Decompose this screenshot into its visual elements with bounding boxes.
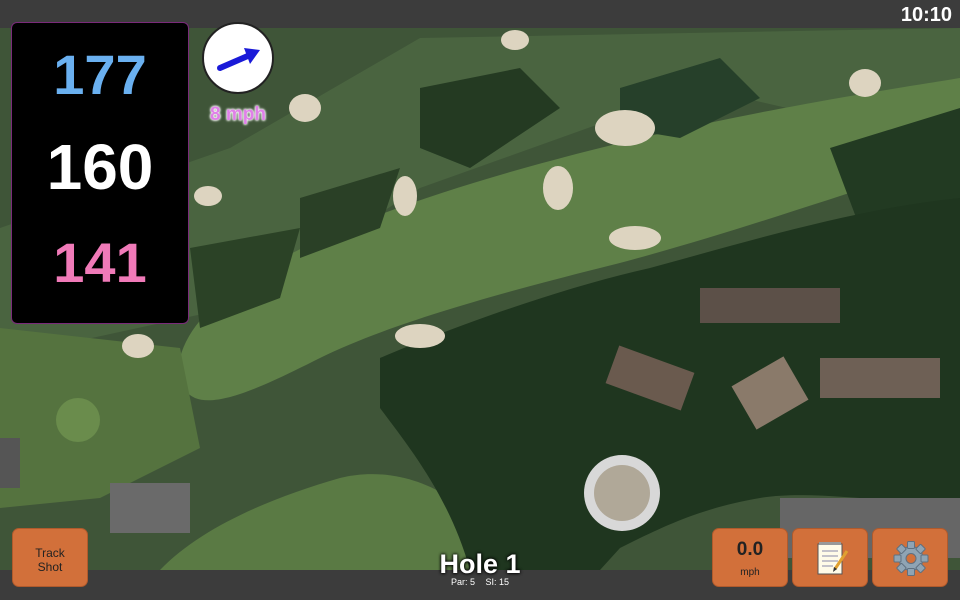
track-shot-label-line2: Shot xyxy=(37,560,63,574)
gear-icon xyxy=(893,541,929,576)
hole-par: Par: 5 xyxy=(450,577,475,587)
wind-indicator xyxy=(202,22,274,94)
hole-title: Hole 1 xyxy=(439,549,521,579)
speed-button[interactable]: 0.0 mph xyxy=(712,528,788,587)
settings-button[interactable] xyxy=(872,528,948,587)
distance-middle: 160 xyxy=(46,131,154,203)
wind-speed-label: 8 mph xyxy=(210,104,266,125)
track-shot-button[interactable]: Track Shot xyxy=(12,528,88,587)
distance-back: 177 xyxy=(53,43,147,106)
wind-arrow-icon xyxy=(217,48,260,71)
track-shot-label-line1: Track xyxy=(35,546,65,560)
distance-front: 141 xyxy=(53,231,147,294)
hole-info: Par: 5 SI: 15 xyxy=(380,577,580,587)
speed-unit: mph xyxy=(740,567,760,578)
speed-value: 0.0 xyxy=(736,539,764,560)
clock: 10:10 xyxy=(900,4,952,26)
hole-stroke-index: SI: 15 xyxy=(485,577,510,587)
notes-button[interactable] xyxy=(792,528,868,587)
distance-panel: 177 160 141 xyxy=(11,22,189,324)
notepad-icon xyxy=(817,542,849,575)
